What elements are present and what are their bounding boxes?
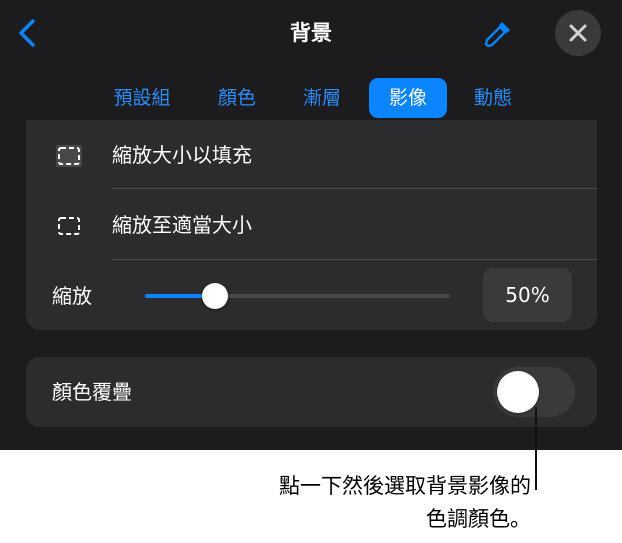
tab-dynamic[interactable]: 動態 bbox=[460, 78, 526, 118]
eyedropper-icon bbox=[484, 22, 510, 48]
zoom-label: 縮放 bbox=[52, 284, 92, 308]
scale-to-fit-option[interactable]: 縮放至適當大小 bbox=[26, 192, 597, 258]
color-overlay-row: 顏色覆疊 bbox=[26, 357, 597, 427]
callout-text: 點一下然後選取背景影像的 色調顏色。 bbox=[279, 470, 531, 536]
row-divider bbox=[112, 188, 597, 189]
toggle-knob bbox=[497, 371, 539, 413]
callout-line bbox=[535, 407, 537, 490]
panel-title: 背景 bbox=[290, 21, 332, 45]
background-panel: 背景 預設組 顏色 漸層 影像 動態 縮放大小以填充 縮放至適當大小 縮放 50… bbox=[0, 0, 622, 450]
color-overlay-toggle[interactable] bbox=[493, 367, 575, 417]
scale-to-fit-icon bbox=[58, 217, 80, 235]
row-divider bbox=[112, 259, 597, 260]
close-button[interactable] bbox=[555, 10, 601, 56]
scale-to-fill-option[interactable]: 縮放大小以填充 bbox=[26, 122, 597, 188]
zoom-value-field[interactable]: 50% bbox=[483, 268, 572, 322]
tab-color[interactable]: 顏色 bbox=[205, 78, 269, 118]
color-overlay-label: 顏色覆疊 bbox=[52, 380, 132, 404]
tab-presets[interactable]: 預設組 bbox=[98, 78, 186, 118]
callout-line-1: 點一下然後選取背景影像的 bbox=[279, 474, 531, 498]
scale-to-fit-label: 縮放至適當大小 bbox=[112, 213, 252, 237]
zoom-slider-thumb[interactable] bbox=[202, 283, 229, 309]
tab-image[interactable]: 影像 bbox=[369, 78, 447, 118]
scale-to-fill-label: 縮放大小以填充 bbox=[112, 143, 252, 167]
tab-gradient[interactable]: 漸層 bbox=[289, 78, 355, 118]
scale-to-fill-icon bbox=[56, 145, 82, 167]
close-icon bbox=[569, 24, 587, 42]
zoom-slider[interactable] bbox=[145, 283, 450, 309]
eyedropper-button[interactable] bbox=[478, 16, 518, 52]
callout-line-2: 色調顏色。 bbox=[426, 507, 531, 531]
image-options-card: 縮放大小以填充 縮放至適當大小 縮放 50% bbox=[26, 120, 597, 330]
